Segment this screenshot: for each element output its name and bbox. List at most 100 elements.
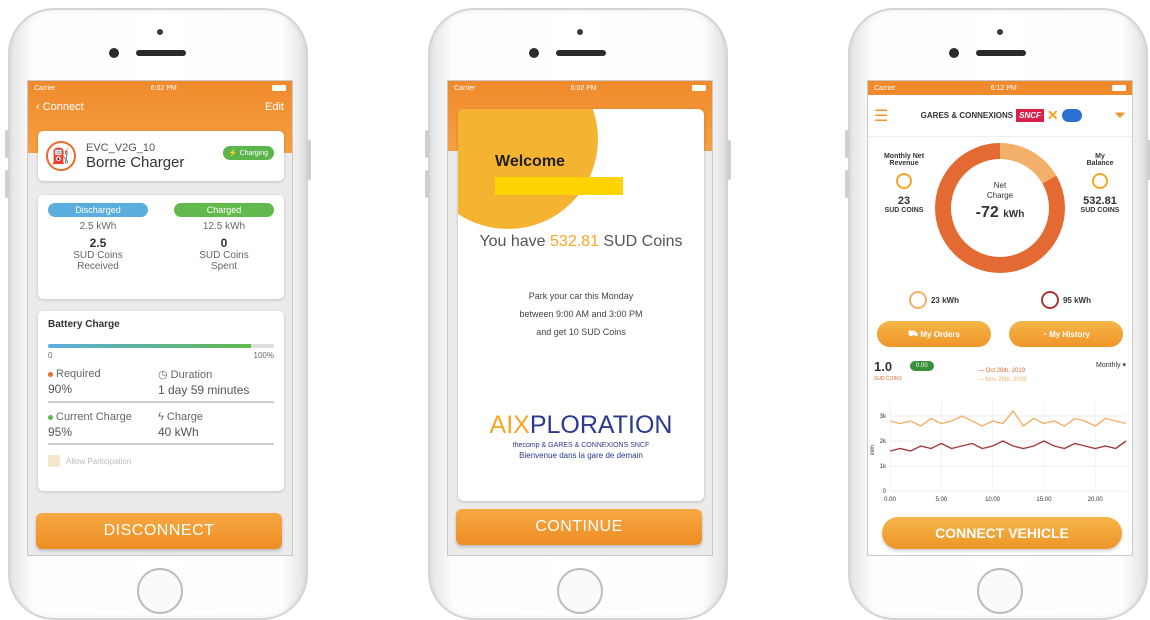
screen-dashboard: Carrier 6:12 PM ☰ GARES & CONNEXIONS SNC… bbox=[867, 80, 1133, 556]
filter-icon[interactable]: ⏷ bbox=[1114, 107, 1126, 124]
battery-icon bbox=[1112, 85, 1126, 91]
kwh-item-b: 95 kWh bbox=[1040, 291, 1091, 309]
hamburger-menu-icon[interactable]: ☰ bbox=[874, 106, 888, 126]
allow-participation-label: Allow Participation bbox=[66, 456, 132, 466]
monthly-unit: SUD COINS bbox=[884, 207, 924, 214]
aixploration-logo: AIXPLORATION thecomp & GARES & CONNEXION… bbox=[458, 411, 704, 460]
redacted-username bbox=[495, 177, 623, 195]
park-line-2: between 9:00 AM and 3:00 PM bbox=[519, 309, 643, 319]
front-camera bbox=[529, 48, 539, 58]
app-header: ☰ GARES & CONNEXIONS SNCF ✕ ⏷ bbox=[868, 95, 1132, 137]
volume-button bbox=[845, 130, 849, 158]
y-tick-label: 2k bbox=[880, 439, 887, 445]
x-tick-label: 0.00 bbox=[884, 497, 896, 503]
battery-icon bbox=[272, 85, 286, 91]
received-label-2: Received bbox=[77, 261, 119, 272]
x-tick-label: 20.00 bbox=[1088, 497, 1104, 503]
current-dot-icon bbox=[48, 414, 53, 420]
x-tick-label: 10.00 bbox=[985, 497, 1001, 503]
x-tick-label: 5.00 bbox=[935, 497, 947, 503]
volume-button bbox=[425, 130, 429, 158]
home-button[interactable] bbox=[977, 568, 1023, 614]
my-history-button[interactable]: ◔ My History bbox=[1009, 321, 1123, 347]
carrier-label: Carrier bbox=[454, 84, 476, 92]
current-charge-cell: Current Charge 95% bbox=[48, 411, 158, 439]
balance-unit: SUD COINS bbox=[1080, 207, 1120, 214]
volume-button bbox=[5, 170, 9, 198]
legend-item-1: — Oct 26th, 2019 bbox=[978, 368, 1026, 374]
charger-id: EVC_V2G_10 bbox=[86, 141, 156, 154]
phone-frame-2: Carrier 6:02 PM Welcome You have 532.81 … bbox=[425, 8, 731, 620]
monthly-value: 23 bbox=[897, 195, 911, 207]
continue-button[interactable]: CONTINUE bbox=[456, 509, 702, 545]
welcome-card: Welcome You have 532.81 SUD Coins Park y… bbox=[458, 109, 704, 501]
net-unit: kWh bbox=[1003, 209, 1025, 220]
allow-participation-row[interactable]: Allow Participation bbox=[48, 455, 274, 467]
y-tick-label: 0 bbox=[883, 489, 887, 495]
earpiece-speaker bbox=[136, 50, 186, 56]
duration-label: Duration bbox=[170, 369, 213, 381]
chart-header: 1.0 SUD COINS 0.00 — Oct 26th, 2019 — No… bbox=[868, 359, 1132, 395]
phone-sensor bbox=[157, 29, 163, 35]
disconnect-button[interactable]: DISCONNECT bbox=[36, 513, 282, 549]
discharged-kwh: 2.5 kWh bbox=[79, 221, 117, 232]
progress-min: 0 bbox=[48, 351, 53, 360]
status-bar: Carrier 6:02 PM bbox=[448, 81, 712, 95]
balance-label-2: Balance bbox=[1086, 160, 1114, 167]
connect-vehicle-button[interactable]: CONNECT VEHICLE bbox=[882, 517, 1122, 549]
home-button[interactable] bbox=[137, 568, 183, 614]
y-tick-label: 1k bbox=[880, 464, 887, 470]
time-label: 6:12 PM bbox=[990, 84, 1017, 92]
required-label: Required bbox=[56, 368, 101, 380]
coin-icon bbox=[1092, 173, 1108, 189]
status-bar: Carrier 6:12 PM bbox=[868, 81, 1132, 95]
required-value: 90% bbox=[48, 382, 73, 396]
battery-title: Battery Charge bbox=[48, 319, 120, 330]
kwh-item-a: 23 kWh bbox=[908, 291, 959, 309]
park-offer-text: Park your car this Monday between 9:00 A… bbox=[458, 287, 704, 341]
received-value: 2.5 bbox=[89, 236, 107, 250]
allow-participation-checkbox[interactable] bbox=[48, 455, 60, 467]
charger-card[interactable]: ⛽ EVC_V2G_10 Borne Charger ⚡ Charging bbox=[38, 131, 284, 181]
cart-icon: ⛟ bbox=[908, 329, 921, 338]
edit-button[interactable]: Edit bbox=[265, 101, 284, 113]
charge-value: 40 kWh bbox=[158, 425, 199, 439]
energy-stats-card: Discharged 2.5 kWh 2.5 SUD Coins Receive… bbox=[38, 195, 284, 299]
coins-suffix: SUD Coins bbox=[598, 233, 683, 250]
duration-value: 1 day 59 minutes bbox=[158, 383, 250, 397]
charging-status-badge: ⚡ Charging bbox=[222, 146, 274, 160]
home-button[interactable] bbox=[557, 568, 603, 614]
kwh-a: 23 kWh bbox=[930, 295, 959, 305]
balance-value: 532.81 bbox=[1083, 195, 1117, 207]
logo-tagline: Bienvenue dans la gare de demain bbox=[519, 451, 643, 460]
bolt-icon: ϟ bbox=[158, 411, 167, 423]
coins-balance-line: You have 532.81 SUD Coins bbox=[458, 233, 704, 251]
my-orders-label: My Orders bbox=[920, 329, 960, 339]
carrier-label: Carrier bbox=[34, 84, 56, 92]
series-line-2 bbox=[889, 409, 1127, 427]
back-button[interactable]: ‹ Connect bbox=[36, 101, 84, 113]
energy-line-chart: 0 1k 2k 3k 0.00 5.00 10.00 15.00 20.00 kWh bbox=[870, 401, 1127, 503]
required-cell: Required 90% bbox=[48, 368, 158, 397]
ev-plug-icon: ⛽ bbox=[46, 141, 76, 171]
clock-icon: ◷ bbox=[158, 369, 171, 381]
park-line-3: and get 10 SUD Coins bbox=[536, 327, 626, 337]
period-dropdown[interactable]: Monthly ▾ bbox=[1096, 361, 1126, 369]
balance-label-1: My bbox=[1095, 153, 1105, 160]
battery-progress-fill bbox=[48, 344, 252, 348]
earpiece-speaker bbox=[976, 50, 1026, 56]
brand-text: GARES & CONNEXIONS bbox=[920, 111, 1014, 120]
legend-item-2: — Nov 25th, 2019 bbox=[978, 377, 1027, 383]
aix-x-icon: ✕ bbox=[1046, 107, 1059, 123]
logo-part-b: PLORATION bbox=[529, 411, 673, 439]
net-charge-summary: Monthly Net Revenue 23 SUD COINS Net Cha… bbox=[868, 137, 1132, 287]
phone-sensor bbox=[577, 29, 583, 35]
coins-amount: 532.81 bbox=[550, 233, 599, 250]
screen-charger-detail: Carrier 6:02 PM ‹ Connect Edit ⛽ EVC_V2G… bbox=[27, 80, 293, 556]
battery-charge-card: Battery Charge 0 100% Required 90% ◷ Dur… bbox=[38, 311, 284, 491]
charged-pill: Charged bbox=[174, 203, 274, 217]
spent-label-2: Spent bbox=[210, 261, 238, 272]
status-bar: Carrier 6:02 PM bbox=[28, 81, 292, 95]
my-orders-button[interactable]: ⛟ My Orders bbox=[877, 321, 991, 347]
time-label: 6:02 PM bbox=[150, 84, 177, 92]
